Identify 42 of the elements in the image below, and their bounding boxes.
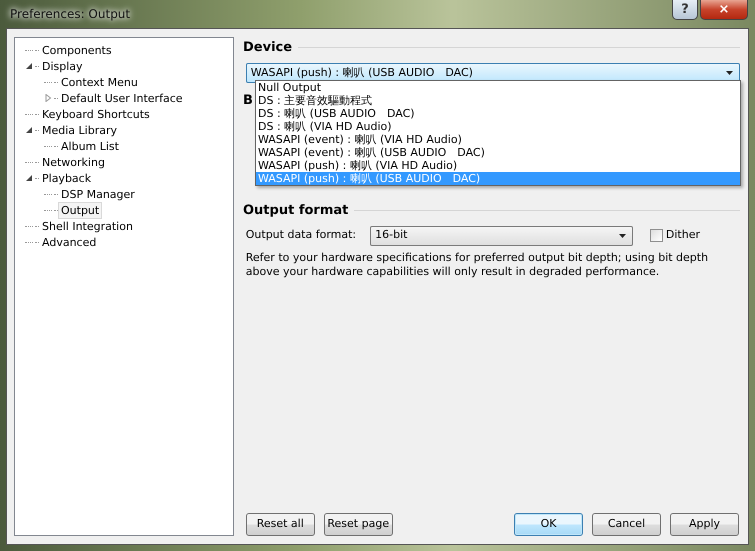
tree-item[interactable]: DSP Manager <box>58 186 138 202</box>
dropdown-option[interactable]: DS : 喇叭 (VIA HD Audio) <box>256 120 740 133</box>
section-heading: Device <box>243 39 292 57</box>
collapse-icon[interactable] <box>26 126 32 134</box>
window-title: Preferences: Output <box>10 6 130 23</box>
dropdown-option[interactable]: Null Output <box>256 81 740 94</box>
section-heading: B <box>243 92 253 110</box>
tree-item[interactable]: Default User Interface <box>58 90 186 106</box>
close-button[interactable]: × <box>700 0 748 20</box>
expand-icon[interactable] <box>44 94 52 102</box>
dropdown-option[interactable]: DS : 主要音效驅動程式 <box>256 94 740 107</box>
dialog-button[interactable]: Reset all <box>246 513 315 536</box>
tree-item[interactable]: Media Library <box>39 122 120 138</box>
description-text: Refer to your hardware specifications for preferred output bit depth; using bit depth above your hardware capabilities will only result in degraded performance. <box>246 251 710 279</box>
tree-item[interactable]: Advanced <box>39 234 100 250</box>
caret-icon <box>619 234 626 238</box>
tree-item[interactable]: Playback <box>39 170 94 186</box>
collapse-icon[interactable] <box>26 174 32 182</box>
section-heading: Output format <box>243 202 348 220</box>
checkbox-label: Dither <box>666 227 700 244</box>
tree-item[interactable]: Context Menu <box>58 74 141 90</box>
tree-item[interactable]: Album List <box>58 138 122 154</box>
collapse-icon[interactable] <box>26 62 32 70</box>
format-dropdown[interactable]: 16-bit <box>370 226 634 246</box>
dialog-button[interactable]: Reset page <box>324 513 393 536</box>
dropdown-option[interactable]: WASAPI (event) : 喇叭 (USB AUDIO DAC) <box>256 146 740 159</box>
tree-item[interactable]: Components <box>39 42 115 58</box>
field-label: Output data format: <box>246 227 356 244</box>
tree-item[interactable]: Display <box>39 58 86 74</box>
tree-item[interactable]: Output <box>58 202 102 218</box>
dropdown-option[interactable]: WASAPI (event) : 喇叭 (VIA HD Audio) <box>256 133 740 146</box>
dropdown-option[interactable]: WASAPI (push) : 喇叭 (VIA HD Audio) <box>256 159 740 172</box>
help-button[interactable]: ? <box>672 0 698 20</box>
caret-icon <box>726 71 733 75</box>
dialog-button[interactable]: OK <box>514 513 583 536</box>
tree-item[interactable]: Keyboard Shortcuts <box>39 106 153 122</box>
tree-item[interactable]: Networking <box>39 154 108 170</box>
dither-checkbox[interactable] <box>650 229 664 242</box>
dialog-button[interactable]: Apply <box>670 513 739 536</box>
dropdown-option[interactable]: DS : 喇叭 (USB AUDIO DAC) <box>256 107 740 120</box>
tree-item[interactable]: Shell Integration <box>39 218 136 234</box>
dialog-button[interactable]: Cancel <box>592 513 661 536</box>
